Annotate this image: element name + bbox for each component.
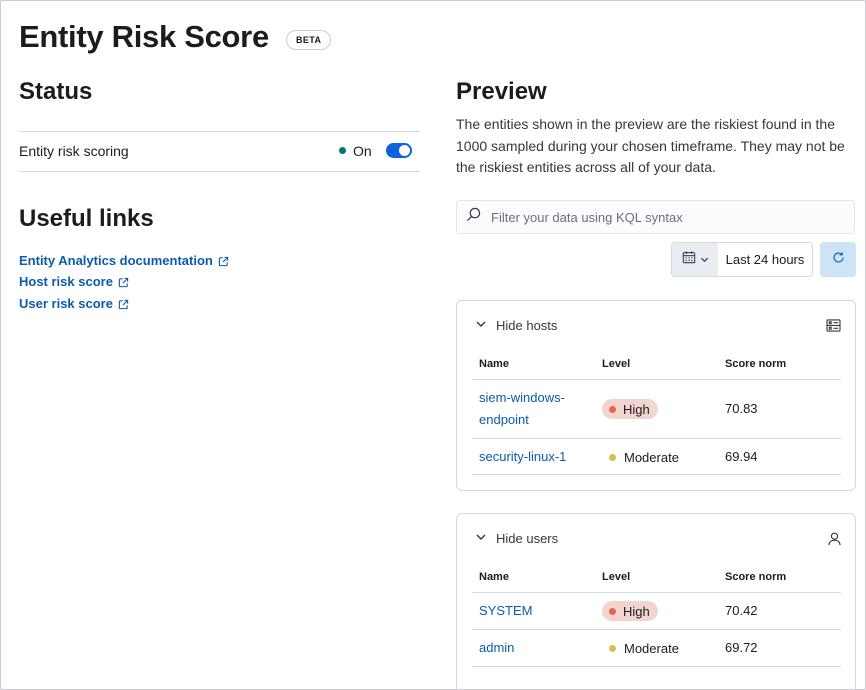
- table-row-divider: [472, 666, 841, 667]
- chevron-down-icon: [700, 251, 709, 269]
- entity-risk-scoring-label: Entity risk scoring: [19, 143, 129, 159]
- column-header-level: Level: [602, 571, 631, 583]
- link-label: User risk score: [19, 296, 113, 311]
- host-icon: [826, 319, 841, 337]
- link-label: Entity Analytics documentation: [19, 253, 213, 268]
- level-badge-high: High: [602, 399, 658, 419]
- hide-hosts-label: Hide hosts: [496, 318, 558, 333]
- level-dot: [609, 607, 616, 615]
- host-name-link[interactable]: siem-windows-endpoint: [479, 387, 589, 431]
- level-dot: [609, 453, 616, 461]
- table-row-divider: [472, 379, 841, 380]
- status-divider-top: [19, 131, 420, 132]
- level-badge-moderate: Moderate: [602, 447, 686, 467]
- table-row-divider: [472, 592, 841, 593]
- level-badge-moderate: Moderate: [602, 638, 686, 658]
- level-dot: [609, 644, 616, 652]
- column-header-level: Level: [602, 358, 631, 370]
- external-link-icon: [218, 256, 229, 267]
- table-row-divider: [472, 438, 841, 439]
- table-row-divider: [472, 474, 841, 475]
- chevron-down-icon: [475, 531, 487, 546]
- chevron-down-icon: [475, 318, 487, 333]
- useful-links-heading: Useful links: [19, 205, 154, 232]
- score-value: 69.94: [725, 449, 758, 464]
- score-value: 69.72: [725, 640, 758, 655]
- external-link-icon: [118, 277, 129, 288]
- user-icon: [828, 532, 841, 551]
- level-label: High: [623, 603, 650, 619]
- link-host-risk-score[interactable]: Host risk score: [19, 274, 129, 290]
- table-row-divider: [472, 629, 841, 630]
- refresh-button[interactable]: [820, 242, 856, 277]
- status-dot: [339, 147, 346, 154]
- column-header-score-norm: Score norm: [725, 358, 787, 370]
- link-user-risk-score[interactable]: User risk score: [19, 296, 129, 312]
- hide-hosts-toggle[interactable]: Hide hosts: [475, 318, 557, 333]
- hide-users-label: Hide users: [496, 531, 559, 546]
- score-value: 70.83: [725, 401, 758, 416]
- external-link-icon: [118, 299, 129, 310]
- column-header-score-norm: Score norm: [725, 571, 787, 583]
- hosts-panel: Hide hosts Name Level Score norm siem-wi…: [456, 300, 856, 491]
- link-label: Host risk score: [19, 274, 113, 289]
- kql-search-input[interactable]: [491, 209, 831, 225]
- column-header-name: Name: [479, 358, 509, 370]
- user-name-link[interactable]: admin: [479, 637, 514, 659]
- level-label: Moderate: [624, 640, 679, 656]
- score-value: 70.42: [725, 603, 758, 618]
- kql-search-bar[interactable]: [456, 200, 855, 234]
- date-range-button[interactable]: Last 24 hours: [718, 243, 812, 276]
- user-name-link[interactable]: SYSTEM: [479, 600, 532, 622]
- level-label: Moderate: [624, 449, 679, 465]
- entity-risk-scoring-toggle[interactable]: [386, 143, 412, 158]
- level-badge-high: High: [602, 601, 658, 621]
- host-name-link[interactable]: security-linux-1: [479, 446, 566, 468]
- hide-users-toggle[interactable]: Hide users: [475, 531, 558, 546]
- preview-description: The entities shown in the preview are th…: [456, 116, 845, 175]
- calendar-icon: [682, 250, 696, 269]
- level-label: High: [623, 401, 650, 417]
- column-header-name: Name: [479, 571, 509, 583]
- search-icon: [466, 207, 481, 227]
- status-heading: Status: [19, 78, 93, 105]
- link-entity-analytics-documentation[interactable]: Entity Analytics documentation: [19, 253, 229, 269]
- level-dot: [609, 405, 616, 413]
- status-divider-bottom: [19, 171, 420, 172]
- preview-heading: Preview: [456, 78, 547, 105]
- refresh-icon: [832, 251, 845, 269]
- users-panel: Hide users Name Level Score norm SYSTEM …: [456, 513, 856, 689]
- beta-badge: BETA: [286, 30, 332, 50]
- app-frame: Entity Risk Score BETA Status Entity ris…: [0, 0, 866, 690]
- status-text: On: [353, 143, 372, 159]
- page-title: Entity Risk Score: [19, 19, 269, 54]
- quick-select-button[interactable]: [672, 243, 718, 276]
- date-picker: Last 24 hours: [671, 242, 813, 277]
